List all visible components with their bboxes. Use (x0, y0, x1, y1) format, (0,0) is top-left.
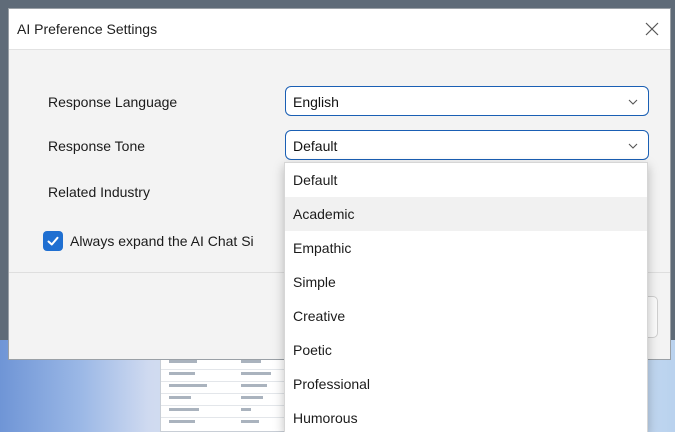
option-default[interactable]: Default (285, 163, 647, 197)
option-academic[interactable]: Academic (285, 197, 647, 231)
response-language-value: English (293, 94, 339, 110)
related-industry-label: Related Industry (48, 184, 150, 200)
dialog-title: AI Preference Settings (17, 21, 158, 37)
option-humorous[interactable]: Humorous (285, 401, 647, 432)
option-creative[interactable]: Creative (285, 299, 647, 333)
close-icon (645, 22, 659, 36)
checkmark-icon (47, 236, 59, 246)
background-document-thumbnail (160, 352, 291, 432)
chevron-down-icon (628, 99, 638, 105)
option-empathic[interactable]: Empathic (285, 231, 647, 265)
option-simple[interactable]: Simple (285, 265, 647, 299)
response-language-select[interactable]: English (285, 86, 649, 116)
response-tone-value: Default (293, 138, 338, 154)
dialog-titlebar: AI Preference Settings (9, 9, 670, 50)
option-poetic[interactable]: Poetic (285, 333, 647, 367)
response-tone-dropdown: Default Academic Empathic Simple Creativ… (284, 162, 648, 432)
chevron-down-icon (628, 143, 638, 149)
response-language-label: Response Language (48, 94, 178, 110)
close-button[interactable] (638, 15, 666, 43)
always-expand-label: Always expand the AI Chat Si (70, 233, 254, 249)
response-tone-label: Response Tone (48, 138, 146, 154)
option-professional[interactable]: Professional (285, 367, 647, 401)
always-expand-checkbox[interactable] (43, 231, 63, 251)
response-tone-select[interactable]: Default (285, 130, 649, 160)
